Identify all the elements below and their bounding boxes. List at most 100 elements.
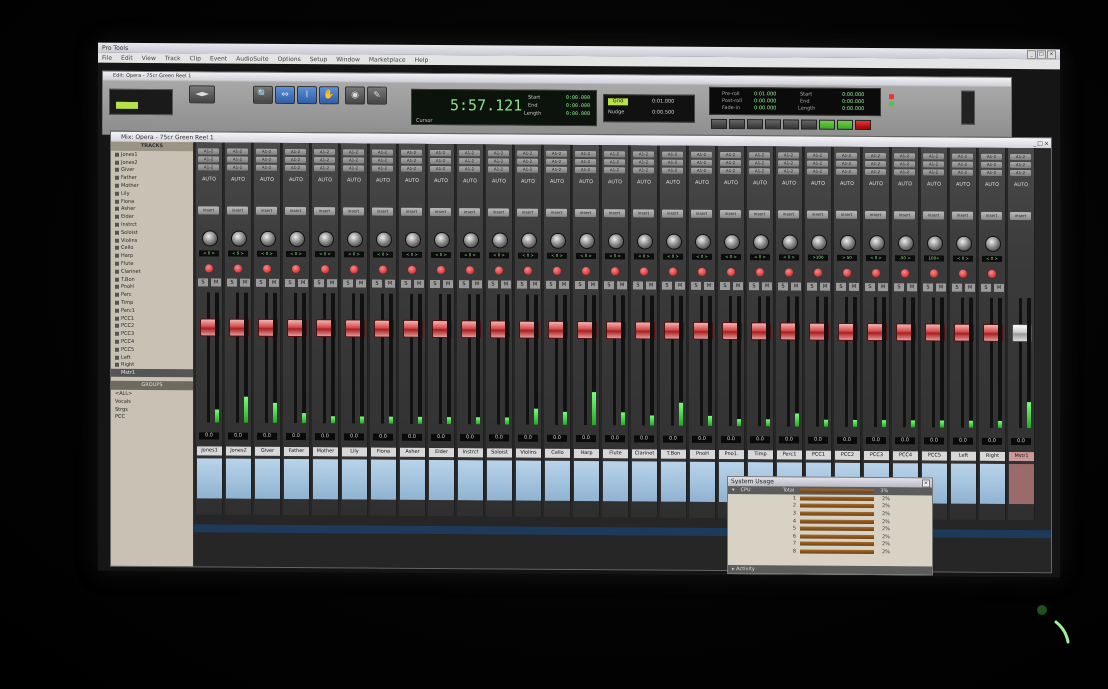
menu-item[interactable]: Edit [121, 54, 133, 61]
comment-field[interactable] [371, 459, 396, 500]
insert-slot[interactable]: insert [430, 207, 451, 217]
volume-value[interactable]: 0.0 [982, 437, 1002, 445]
input-selector[interactable]: A1-2 [227, 148, 248, 155]
solo-button[interactable]: S [720, 281, 730, 291]
output-selector[interactable]: A1-2 [865, 160, 886, 168]
fade-in-value[interactable]: 0:00.000 [754, 105, 776, 111]
comment-field[interactable] [516, 460, 541, 501]
maximize-icon[interactable]: □ [1037, 49, 1046, 59]
record-enable-button[interactable] [756, 268, 764, 277]
track-name[interactable]: PCC1 [806, 450, 831, 460]
track-show-icon[interactable] [115, 160, 119, 165]
menu-item[interactable]: View [142, 54, 156, 61]
output-selector[interactable]: A1-2 [430, 157, 451, 165]
automation-mode[interactable]: AUTO [923, 181, 945, 187]
mute-button[interactable]: M [385, 279, 395, 288]
input-selector[interactable]: A1-2 [807, 152, 828, 159]
bus-selector[interactable]: A1-2 [807, 168, 828, 175]
volume-value[interactable]: 0.0 [547, 434, 567, 442]
menu-item[interactable]: Options [278, 55, 301, 62]
pan-knob[interactable] [318, 231, 334, 248]
bus-selector[interactable]: A1-2 [749, 168, 770, 175]
trim-tool-icon[interactable]: ⇔ [275, 85, 295, 105]
record-enable-button[interactable] [930, 269, 938, 278]
track-name[interactable]: Instrct [458, 448, 483, 458]
track-show-icon[interactable] [115, 199, 119, 204]
insert-slot[interactable]: insert [256, 206, 277, 215]
volume-value[interactable]: 0.0 [286, 432, 306, 441]
track-name[interactable]: Harp [574, 448, 599, 459]
pan-knob[interactable] [666, 233, 682, 250]
volume-value[interactable]: 0.0 [431, 433, 451, 442]
insert-slot[interactable]: insert [662, 209, 683, 218]
record-enable-button[interactable] [640, 267, 648, 276]
insert-slot[interactable]: insert [1010, 212, 1031, 221]
mute-button[interactable]: M [298, 279, 308, 288]
grid-value[interactable]: 0:01.000 [652, 99, 674, 105]
solo-button[interactable]: S [459, 280, 469, 289]
bus-selector[interactable]: A1-2 [923, 169, 944, 176]
track-name[interactable]: PCC2 [835, 450, 860, 460]
insert-slot[interactable]: insert [865, 210, 886, 220]
bus-selector[interactable]: A1-2 [981, 169, 1002, 176]
record-enable-button[interactable] [814, 268, 822, 277]
track-show-icon[interactable] [115, 152, 119, 157]
pan-knob[interactable] [202, 230, 218, 247]
volume-value[interactable]: 0.0 [953, 437, 973, 445]
menu-item[interactable]: Setup [310, 56, 327, 63]
comment-field[interactable] [400, 459, 425, 500]
solo-button[interactable]: S [546, 280, 556, 289]
volume-value[interactable]: 0.0 [1011, 438, 1031, 446]
insert-slot[interactable]: insert [894, 211, 915, 220]
solo-button[interactable]: S [488, 280, 498, 289]
volume-value[interactable]: 0.0 [750, 436, 770, 444]
track-show-icon[interactable] [115, 355, 119, 360]
output-selector[interactable]: A1-2 [488, 158, 509, 165]
mute-button[interactable]: M [472, 280, 482, 289]
online-button[interactable] [711, 118, 727, 130]
length-value-2[interactable]: 0:00.000 [842, 106, 864, 112]
insert-slot[interactable]: insert [401, 207, 422, 216]
comment-field[interactable] [690, 461, 715, 502]
pan-knob[interactable] [811, 234, 827, 251]
pan-knob[interactable] [347, 231, 363, 248]
insert-slot[interactable]: insert [807, 210, 828, 219]
bus-selector[interactable]: A1-2 [401, 165, 422, 172]
volume-value[interactable]: 0.0 [837, 436, 857, 444]
comment-field[interactable] [951, 463, 976, 504]
track-show-icon[interactable] [115, 254, 119, 259]
insert-slot[interactable]: insert [952, 211, 973, 220]
automation-mode[interactable]: AUTO [517, 179, 539, 185]
track-show-icon[interactable] [115, 331, 119, 337]
menu-item[interactable]: AudioSuite [236, 55, 268, 62]
volume-value[interactable]: 0.0 [866, 437, 886, 445]
input-selector[interactable]: A1-2 [372, 149, 393, 156]
pencil-tool-icon[interactable]: ✎ [367, 86, 387, 105]
input-selector[interactable]: A1-2 [488, 150, 509, 157]
menu-item[interactable]: Track [165, 55, 181, 62]
volume-value[interactable]: 0.0 [344, 433, 364, 441]
input-selector[interactable]: A1-2 [662, 151, 683, 158]
volume-value[interactable]: 0.0 [605, 435, 625, 443]
volume-value[interactable]: 0.0 [692, 435, 712, 443]
track-name[interactable]: Cello [545, 448, 570, 458]
bus-selector[interactable]: A1-2 [720, 167, 741, 175]
mute-button[interactable]: M [878, 283, 888, 292]
pan-knob[interactable] [405, 231, 421, 248]
rewind-button[interactable] [747, 119, 763, 130]
track-show-icon[interactable] [115, 176, 119, 181]
pan-knob[interactable] [898, 235, 914, 252]
fast-forward-button[interactable] [765, 119, 781, 130]
input-selector[interactable]: A1-2 [981, 153, 1002, 160]
solo-button[interactable]: S [604, 281, 614, 290]
bus-selector[interactable]: A1-2 [836, 168, 857, 175]
record-enable-button[interactable] [553, 266, 561, 275]
mute-button[interactable]: M [356, 279, 366, 288]
insert-slot[interactable]: insert [691, 209, 712, 218]
bus-selector[interactable]: A1-2 [662, 167, 683, 174]
input-selector[interactable]: A1-2 [604, 151, 625, 158]
track-show-icon[interactable] [115, 230, 119, 235]
input-selector[interactable]: A1-2 [1010, 154, 1031, 161]
volume-value[interactable]: 0.0 [924, 437, 944, 445]
cpu-disclosure-icon[interactable]: ▾ [732, 487, 735, 493]
